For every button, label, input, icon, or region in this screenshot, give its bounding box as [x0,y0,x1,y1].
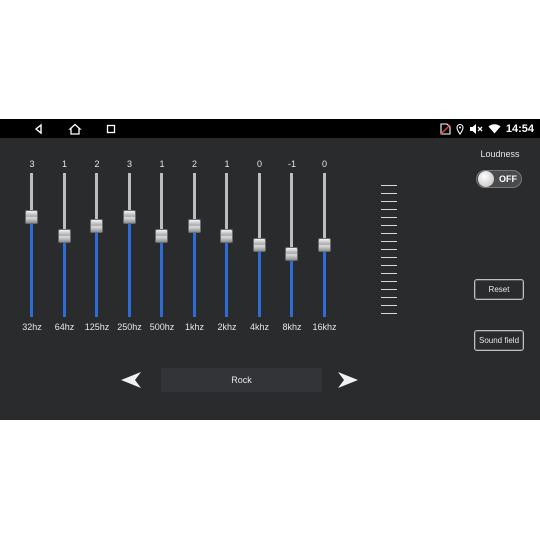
band-slider-track[interactable] [90,173,103,317]
band-slider-track[interactable] [57,173,71,317]
ruler-tick [381,241,397,242]
ruler-tick [381,305,397,306]
band-slider-knob[interactable] [317,238,331,252]
band-value: 3 [29,159,35,169]
recents-icon[interactable] [104,122,118,136]
band-level-fill [30,217,33,317]
ruler-tick [381,297,397,298]
ruler-tick [381,273,397,274]
band-frequency-label: 16khz [312,322,337,332]
wifi-icon [488,124,501,134]
band-level-fill [225,235,228,317]
ruler-tick [381,281,397,282]
band-slider-knob[interactable] [285,247,298,262]
band-level-fill [322,245,326,317]
equalizer-screen: 14:54 3 32hz 1 64hz 2 125hz 3 250hz 1 500hz 2 1khz 1… [0,119,540,420]
band-slider-track[interactable] [187,173,201,317]
band-value: 0 [321,159,327,169]
reset-button[interactable]: Reset [474,279,524,300]
band-value: 1 [159,159,165,169]
band-slider-knob[interactable] [220,228,233,243]
eq-band-32hz: 3 32hz [22,159,42,334]
status-bar: 14:54 [0,119,540,138]
loudness-label: Loudness [480,149,520,159]
band-slider-track[interactable] [285,173,298,317]
preset-name: Rock [161,368,322,392]
eq-band-500hz: 1 500hz [150,159,175,334]
band-slider-knob[interactable] [252,238,266,252]
status-icons: 14:54 [440,119,534,138]
clock: 14:54 [505,122,534,135]
band-level-fill [192,226,196,317]
eq-band-16khz: 0 16khz [312,159,336,334]
band-level-fill [290,254,293,317]
band-slider-track[interactable] [220,173,233,317]
eq-band-125hz: 2 125hz [85,159,110,334]
band-slider-knob[interactable] [25,210,38,225]
band-slider-track[interactable] [252,173,266,317]
eq-band-250hz: 3 250hz [117,159,142,334]
band-level-fill [95,226,98,317]
band-value: 3 [126,159,132,169]
ruler-tick [381,289,397,290]
band-slider-track[interactable] [155,173,168,317]
band-value: 0 [256,159,262,169]
band-value: 2 [191,159,197,169]
band-value: 1 [61,159,67,169]
mute-icon [469,123,483,134]
ruler-tick [381,257,397,258]
eq-band-2khz: 1 2khz [217,159,237,334]
band-slider-knob[interactable] [90,219,103,234]
eq-band-1khz: 2 1khz [185,159,205,334]
band-slider-track[interactable] [25,173,38,317]
ruler-tick [381,265,397,266]
loudness-toggle[interactable]: OFF [476,170,522,188]
ruler-tick [381,185,397,186]
next-preset-arrow-icon[interactable] [336,370,360,390]
band-slider-knob[interactable] [187,219,201,234]
back-icon[interactable] [32,122,46,136]
level-ruler [381,185,397,317]
ruler-tick [381,201,397,202]
band-level-fill [160,235,163,317]
ruler-tick [381,217,397,218]
band-value: 1 [224,159,230,169]
band-level-fill [62,235,66,317]
band-slider-track[interactable] [122,173,136,317]
ruler-tick [381,249,397,250]
band-level-fill [257,245,261,317]
ruler-tick [381,313,397,314]
toggle-state-text: OFF [499,174,517,184]
band-level-fill [127,217,131,317]
ruler-tick [381,225,397,226]
band-slider-track[interactable] [317,173,331,317]
eq-band-8khz: -1 8khz [282,159,302,334]
no-sim-icon [440,122,451,135]
toggle-thumb [478,171,494,187]
eq-band-4khz: 0 4khz [250,159,270,334]
band-value: -1 [287,159,296,169]
ruler-tick [381,209,397,210]
ruler-tick [381,233,397,234]
eq-band-64hz: 1 64hz [55,159,75,334]
ruler-tick [381,193,397,194]
band-slider-knob[interactable] [155,228,168,243]
band-slider-knob[interactable] [122,210,136,225]
band-slider-knob[interactable] [57,228,71,243]
previous-preset-arrow-icon[interactable] [119,370,143,390]
sound-field-button[interactable]: Sound field [474,330,524,351]
location-icon [456,123,464,135]
band-value: 2 [94,159,100,169]
home-icon[interactable] [68,122,82,136]
